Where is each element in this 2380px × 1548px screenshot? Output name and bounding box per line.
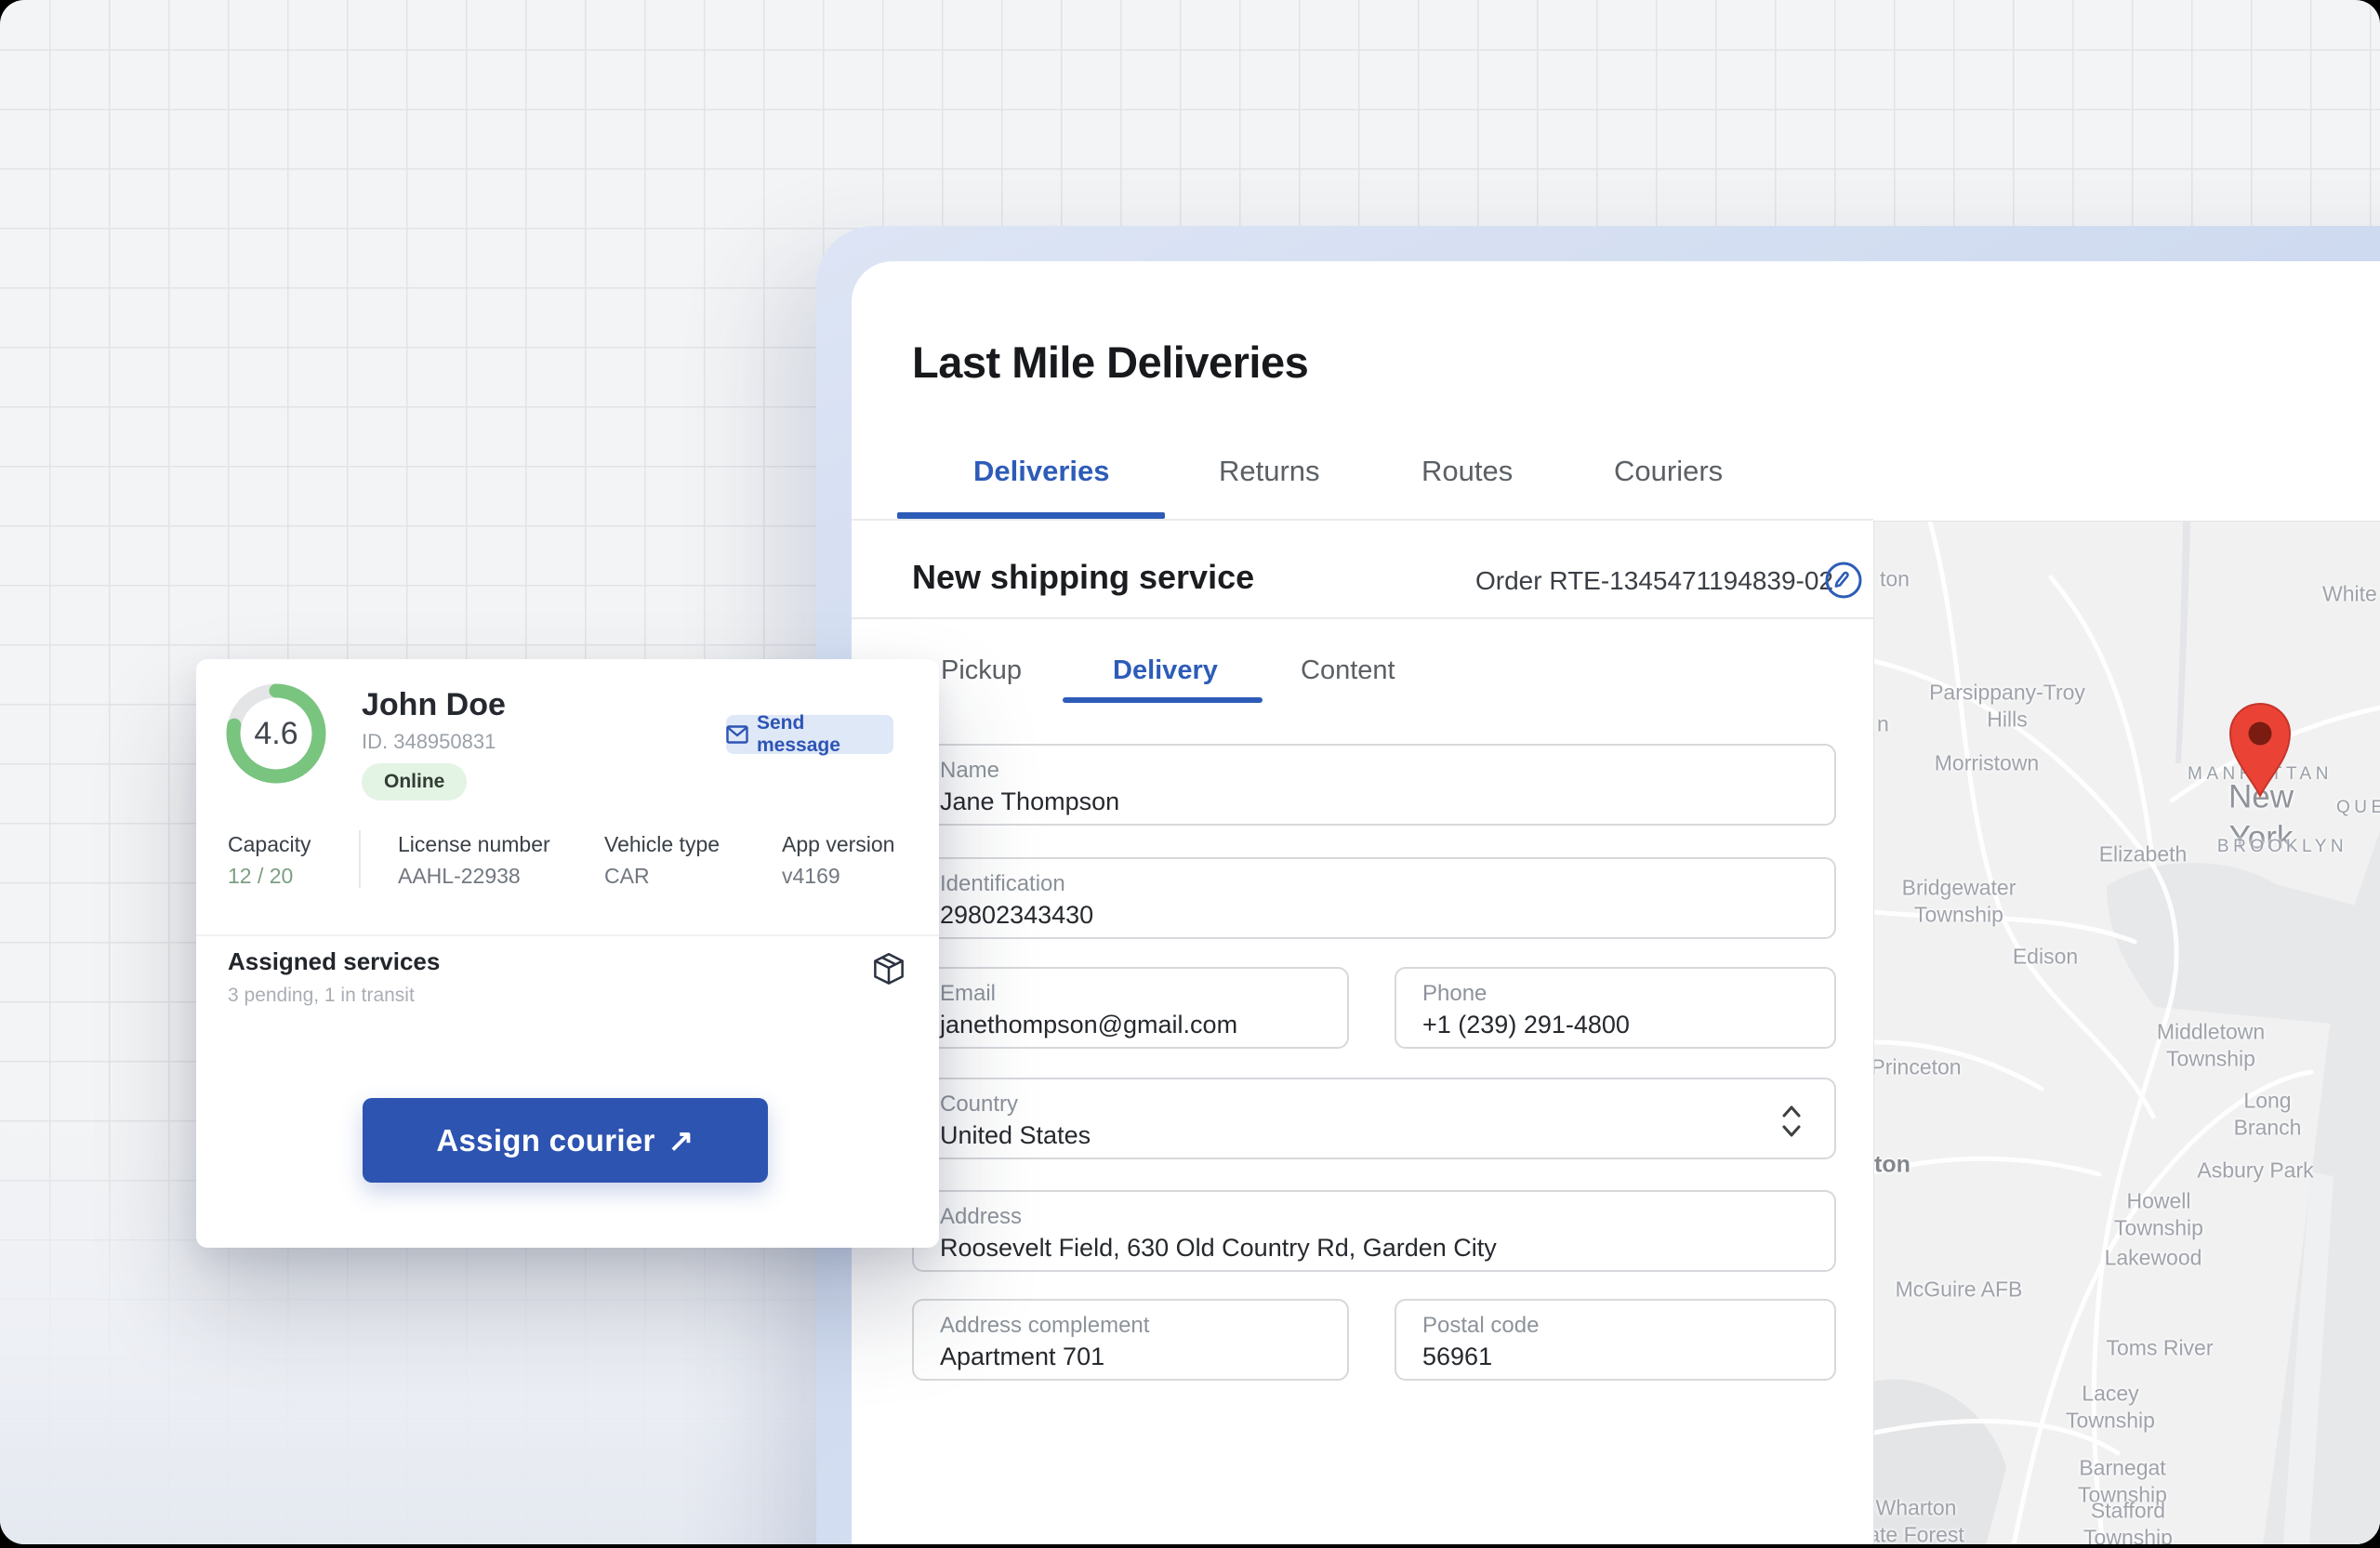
map[interactable]: ton White Parsippany-Troy Hills Morristown M… [1873, 521, 2380, 1544]
section-title: New shipping service [912, 558, 1254, 597]
map-label: ton [1874, 1150, 1911, 1179]
map-label: n [1877, 711, 1889, 738]
assigned-services-subtitle: 3 pending, 1 in transit [228, 985, 415, 1007]
courier-name: John Doe [362, 687, 506, 723]
map-label: Stafford Township [2083, 1497, 2173, 1544]
name-field-label: Name [940, 758, 999, 784]
arrow-up-right-icon: ↗ [668, 1122, 694, 1158]
country-select-value: United States [940, 1121, 1091, 1150]
map-label: Asbury Park [2197, 1158, 2313, 1184]
address-field-label: Address [940, 1204, 1022, 1230]
identification-field[interactable]: Identification 29802343430 [912, 857, 1836, 939]
active-tab-underline [897, 512, 1165, 519]
address-complement-field[interactable]: Address complement Apartment 701 [912, 1299, 1349, 1381]
map-label: White [2322, 581, 2377, 608]
tab-couriers[interactable]: Couriers [1614, 455, 1723, 488]
email-field-label: Email [940, 981, 996, 1007]
tab-routes[interactable]: Routes [1421, 455, 1513, 488]
country-select[interactable]: Country United States [912, 1078, 1836, 1159]
chevron-up-down-icon [1780, 1104, 1803, 1139]
tabs-divider [852, 519, 1873, 521]
tab-returns[interactable]: Returns [1219, 455, 1320, 488]
map-label: Wharton ate Forest [1873, 1494, 1964, 1544]
license-number-label: License number [398, 832, 550, 857]
vehicle-type-label: Vehicle type [604, 832, 720, 857]
section-divider [852, 617, 1873, 619]
address-complement-label: Address complement [940, 1313, 1149, 1339]
edit-order-button[interactable] [1823, 560, 1864, 601]
courier-id: ID. 348950831 [362, 730, 496, 754]
phone-field-label: Phone [1422, 981, 1487, 1007]
postal-code-value: 56961 [1422, 1343, 1492, 1371]
subtab-content[interactable]: Content [1301, 655, 1395, 686]
map-pin[interactable] [2218, 698, 2302, 805]
assign-courier-button[interactable]: Assign courier ↗ [363, 1098, 768, 1183]
app-version-value: v4169 [782, 864, 840, 889]
address-field-value: Roosevelt Field, 630 Old Country Rd, Gar… [940, 1234, 1497, 1263]
map-label: Edison [2013, 944, 2078, 971]
tab-deliveries[interactable]: Deliveries [973, 455, 1110, 488]
map-label: Long Branch [2212, 1087, 2324, 1141]
map-label: Bridgewater Township [1902, 874, 2016, 928]
map-label: Lacey Township [2066, 1380, 2155, 1434]
license-number-value: AAHL-22938 [398, 864, 521, 889]
capacity-label: Capacity [228, 832, 311, 857]
envelope-icon [726, 725, 748, 744]
stats-divider [359, 830, 361, 888]
map-label: QUEE [2336, 797, 2380, 819]
map-label: BROOKLYN [2217, 836, 2347, 858]
subtab-pickup[interactable]: Pickup [941, 655, 1022, 686]
map-label: Howell Township [2114, 1187, 2203, 1241]
subtab-delivery[interactable]: Delivery [1113, 655, 1218, 686]
vehicle-type-value: CAR [604, 864, 650, 889]
status-badge: Online [362, 763, 467, 800]
map-label: Parsippany-Troy Hills [1929, 679, 2085, 733]
send-message-button[interactable]: Send message [726, 715, 893, 754]
country-select-label: Country [940, 1092, 1018, 1118]
address-field[interactable]: Address Roosevelt Field, 630 Old Country… [912, 1190, 1836, 1272]
package-icon [867, 949, 910, 995]
map-label: Toms River [2106, 1335, 2213, 1362]
map-label: McGuire AFB [1896, 1277, 2023, 1303]
address-complement-value: Apartment 701 [940, 1343, 1104, 1371]
email-field-value: janethompson@gmail.com [940, 1011, 1237, 1039]
capacity-value: 12 / 20 [228, 864, 293, 889]
courier-card: 4.6 John Doe ID. 348950831 Online Send m… [196, 659, 939, 1248]
identification-field-value: 29802343430 [940, 901, 1093, 930]
map-label: Lakewood [2105, 1245, 2202, 1272]
active-subtab-underline [1063, 697, 1263, 703]
phone-field-value: +1 (239) 291-4800 [1422, 1011, 1630, 1039]
assigned-services-title: Assigned services [228, 947, 440, 976]
map-label: Elizabeth [2099, 841, 2188, 868]
app-version-label: App version [782, 832, 894, 857]
map-label: Morristown [1935, 750, 2039, 777]
name-field[interactable]: Name Jane Thompson [912, 744, 1836, 826]
phone-field[interactable]: Phone +1 (239) 291-4800 [1395, 967, 1836, 1049]
order-number: Order RTE-1345471194839-02 [1475, 566, 1833, 596]
page-title: Last Mile Deliveries [912, 337, 1308, 388]
pencil-icon [1823, 560, 1864, 601]
email-field[interactable]: Email janethompson@gmail.com [912, 967, 1349, 1049]
postal-code-field[interactable]: Postal code 56961 [1395, 1299, 1836, 1381]
map-label: Princeton [1873, 1054, 1962, 1081]
map-label: ton [1880, 566, 1910, 593]
map-label: Middletown Township [2157, 1018, 2265, 1072]
assign-courier-label: Assign courier [436, 1123, 654, 1158]
identification-field-label: Identification [940, 871, 1065, 897]
app-screen: Last Mile Deliveries Deliveries Returns … [0, 0, 2380, 1544]
card-divider [196, 934, 939, 936]
postal-code-label: Postal code [1422, 1313, 1539, 1339]
rating-ring: 4.6 [220, 678, 332, 789]
courier-rating: 4.6 [220, 678, 332, 789]
name-field-value: Jane Thompson [940, 787, 1119, 816]
send-message-label: Send message [757, 712, 893, 757]
